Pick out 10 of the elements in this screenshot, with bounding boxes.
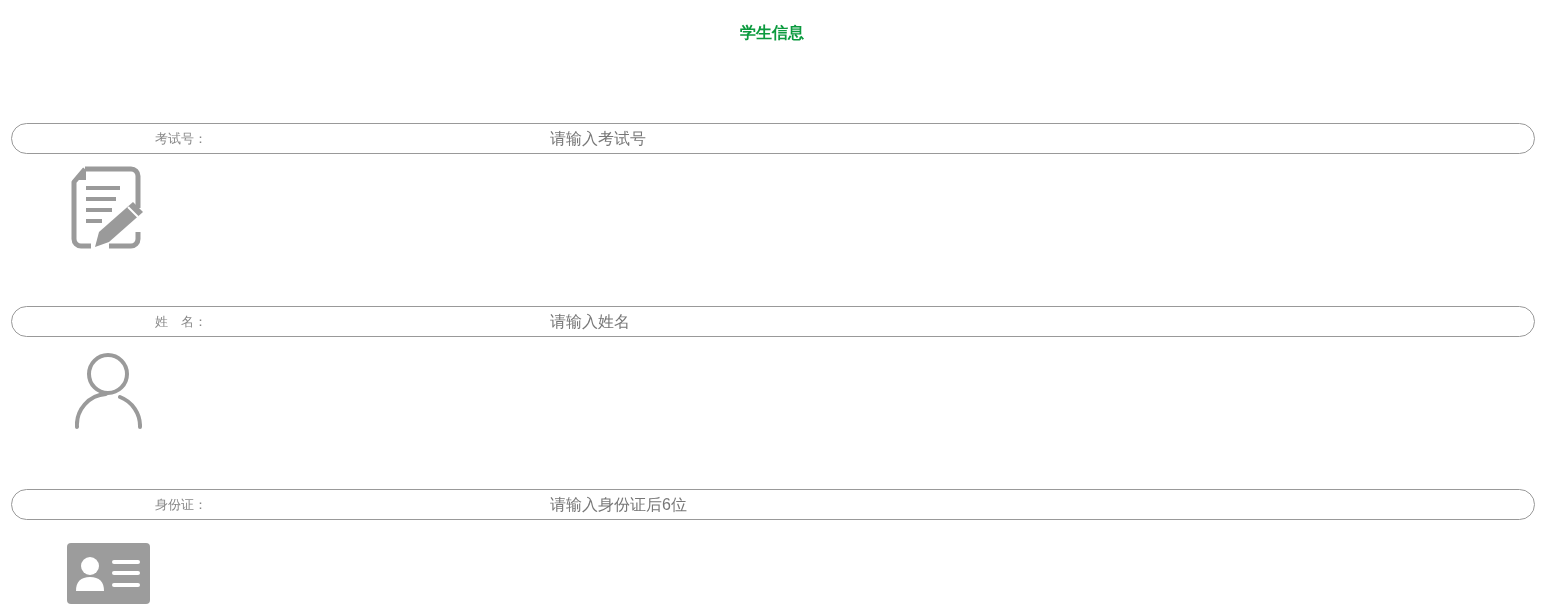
field-label: 姓 名：: [155, 312, 208, 331]
document-edit-icon: [71, 165, 146, 249]
page-title: 学生信息: [739, 23, 804, 43]
field-label: 考试号：: [155, 129, 208, 148]
input-field[interactable]: 请输入姓名: [550, 307, 1518, 336]
field-label: 身份证：: [155, 495, 208, 514]
person-icon: [75, 351, 142, 429]
id-card-icon: [67, 542, 150, 604]
input-field[interactable]: 请输入身份证后6位: [550, 490, 1518, 519]
input-field[interactable]: 请输入考试号: [550, 124, 1518, 153]
